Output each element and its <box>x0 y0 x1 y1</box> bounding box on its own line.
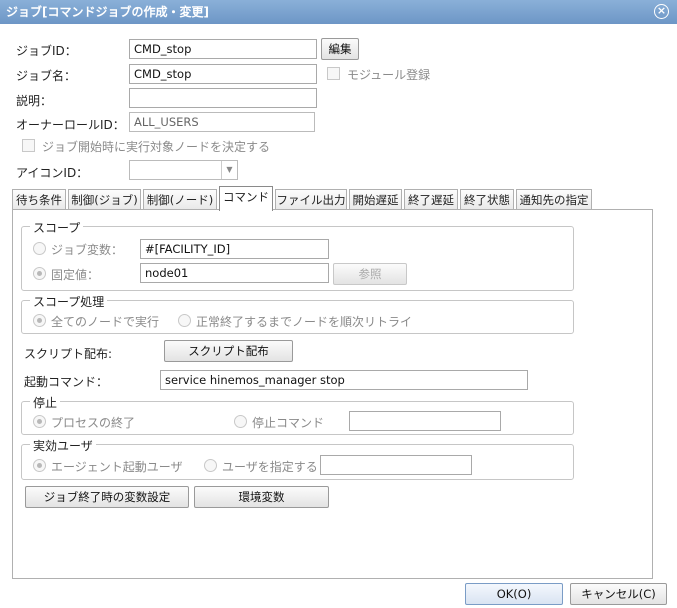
stop-command-label: 停止コマンド <box>252 416 325 430</box>
fixed-value-label: 固定値： <box>51 268 100 282</box>
cancel-button[interactable]: キャンセル(C) <box>570 583 667 605</box>
start-command-input[interactable]: service hinemos_manager stop <box>160 370 528 390</box>
tab-control-node[interactable]: 制御(ノード) <box>143 189 217 210</box>
process-end-label: プロセスの終了 <box>51 416 136 430</box>
stop-title: 停止 <box>30 394 61 411</box>
tab-end-status[interactable]: 終了状態 <box>460 189 514 210</box>
title-bar: ジョブ[コマンドジョブの作成・変更] × <box>0 0 677 24</box>
job-variable-label: ジョブ変数： <box>51 243 124 257</box>
scope-group: スコープ ジョブ変数： #[FACILITY_ID] 固定値： node01 参… <box>21 219 574 291</box>
scope-title: スコープ <box>30 219 84 236</box>
tab-start-delay[interactable]: 開始遅延 <box>349 189 402 210</box>
effective-user-title: 実効ユーザ <box>30 437 96 454</box>
all-nodes-radio[interactable] <box>33 314 46 327</box>
variable-settings-button[interactable]: ジョブ終了時の変数設定 <box>25 486 189 508</box>
stop-command-input[interactable] <box>349 411 501 431</box>
window-title: ジョブ[コマンドジョブの作成・変更] <box>6 5 209 19</box>
process-end-radio[interactable] <box>33 415 46 428</box>
owner-role-label: オーナーロールID： <box>16 118 125 132</box>
stop-group: 停止 プロセスの終了 停止コマンド <box>21 394 574 435</box>
ok-button[interactable]: OK(O) <box>465 583 563 605</box>
specify-user-radio[interactable] <box>204 459 217 472</box>
job-variable-input[interactable]: #[FACILITY_ID] <box>140 239 329 259</box>
edit-button[interactable]: 編集 <box>321 38 359 60</box>
script-distribution-button[interactable]: スクリプト配布 <box>164 340 293 362</box>
job-name-label: ジョブ名： <box>16 69 77 83</box>
tab-end-delay[interactable]: 終了遅延 <box>404 189 458 210</box>
fixed-value-radio[interactable] <box>33 267 46 280</box>
icon-id-label: アイコンID： <box>16 166 89 180</box>
description-input[interactable] <box>129 88 317 108</box>
agent-user-label: エージェント起動ユーザ <box>51 460 183 474</box>
module-register-checkbox[interactable] <box>327 67 340 80</box>
tab-command[interactable]: コマンド <box>219 186 273 211</box>
script-distribution-label: スクリプト配布: <box>24 347 113 361</box>
start-command-label: 起動コマンド： <box>24 375 109 389</box>
retry-label: 正常終了するまでノードを順次リトライ <box>196 315 413 329</box>
tab-wait-condition[interactable]: 待ち条件 <box>12 189 66 210</box>
icon-id-select[interactable]: ▼ <box>129 160 238 180</box>
tab-control-job[interactable]: 制御(ジョブ) <box>68 189 141 210</box>
specify-user-input[interactable] <box>320 455 472 475</box>
retry-radio[interactable] <box>178 314 191 327</box>
owner-role-input[interactable]: ALL_USERS <box>129 112 315 132</box>
command-tab-panel: スコープ ジョブ変数： #[FACILITY_ID] 固定値： node01 参… <box>12 209 653 579</box>
agent-user-radio[interactable] <box>33 459 46 472</box>
specify-user-label: ユーザを指定する <box>222 460 318 474</box>
decide-node-label: ジョブ開始時に実行対象ノードを決定する <box>42 140 271 154</box>
close-icon[interactable]: × <box>654 4 669 19</box>
description-label: 説明： <box>16 94 53 108</box>
module-register-label: モジュール登録 <box>347 68 431 82</box>
scope-processing-title: スコープ処理 <box>30 293 108 310</box>
all-nodes-label: 全てのノードで実行 <box>51 315 160 329</box>
job-variable-radio[interactable] <box>33 242 46 255</box>
tab-file-output[interactable]: ファイル出力 <box>275 189 347 210</box>
scope-processing-group: スコープ処理 全てのノードで実行 正常終了するまでノードを順次リトライ <box>21 293 574 334</box>
job-id-input[interactable]: CMD_stop <box>129 39 317 59</box>
fixed-value-input[interactable]: node01 <box>140 263 329 283</box>
decide-node-checkbox[interactable] <box>22 139 35 152</box>
browse-button[interactable]: 参照 <box>333 263 407 285</box>
chevron-down-icon[interactable]: ▼ <box>221 161 237 179</box>
tab-notification[interactable]: 通知先の指定 <box>516 189 592 210</box>
environment-variables-button[interactable]: 環境変数 <box>194 486 329 508</box>
job-id-label: ジョブID： <box>16 44 77 58</box>
effective-user-group: 実効ユーザ エージェント起動ユーザ ユーザを指定する <box>21 437 574 480</box>
stop-command-radio[interactable] <box>234 415 247 428</box>
job-name-input[interactable]: CMD_stop <box>129 64 317 84</box>
